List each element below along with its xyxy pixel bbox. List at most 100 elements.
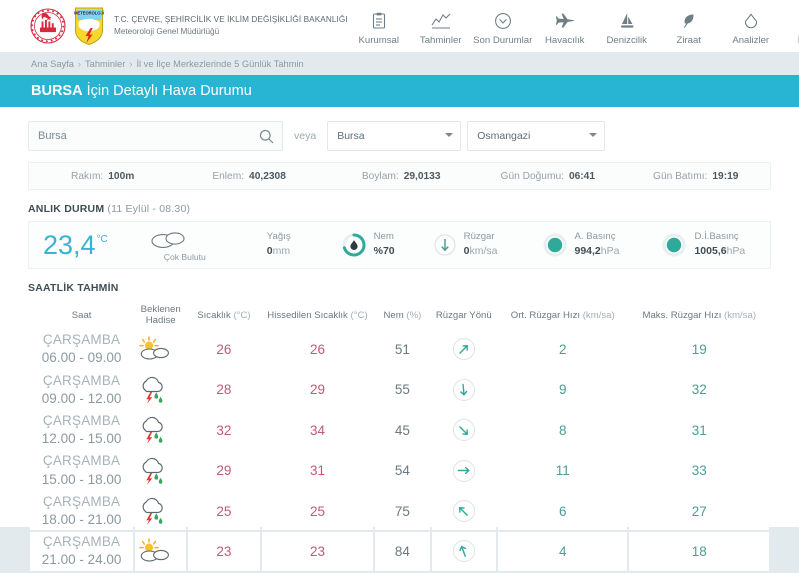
th-label: Rüzgar Yönü bbox=[436, 310, 492, 321]
th-label: Hissedilen Sıcaklık bbox=[267, 310, 350, 321]
nav-item-iletisim[interactable]: İletişim bbox=[782, 7, 799, 46]
current-condition: Çok Bulutu bbox=[148, 229, 222, 262]
nav-item-analizler[interactable]: Analizler bbox=[720, 7, 782, 46]
cell-ruzgar-yonu bbox=[432, 492, 496, 530]
cell-sicaklik: 23 bbox=[188, 532, 260, 570]
current-condition-label: Çok Bulutu bbox=[148, 252, 222, 262]
cell-nem: 45 bbox=[375, 411, 429, 449]
search-box[interactable] bbox=[28, 121, 283, 151]
province-select-wrap: Bursa bbox=[327, 121, 461, 151]
nav-item-ziraat[interactable]: Ziraat bbox=[658, 7, 720, 46]
svg-text:METEOROLOJİ: METEOROLOJİ bbox=[74, 11, 104, 16]
pressure-donut-icon bbox=[542, 232, 568, 258]
cell-beklenen-hadise bbox=[135, 532, 186, 570]
metric-unit: hPa bbox=[727, 245, 746, 257]
info-boylam: Boylam: 29,0133 bbox=[362, 171, 441, 182]
breadcrumb-item-tahminler[interactable]: Tahminler bbox=[85, 59, 125, 69]
partly-sunny-icon bbox=[136, 336, 185, 362]
row-day: ÇARŞAMBA bbox=[31, 452, 132, 470]
cell-nem: 75 bbox=[375, 492, 429, 530]
cell-nem: 54 bbox=[375, 451, 429, 489]
nav-label: Denizcilik bbox=[596, 35, 658, 46]
info-label: Boylam: bbox=[362, 171, 399, 182]
th-unit: (km/sa) bbox=[724, 310, 756, 321]
current-metric-di-basinc: D.İ.Basınç 1005,6hPa bbox=[661, 231, 745, 258]
row-day: ÇARŞAMBA bbox=[31, 533, 132, 551]
nav-item-tahminler[interactable]: Tahminler bbox=[410, 7, 472, 46]
province-select[interactable]: Bursa bbox=[327, 121, 461, 151]
metric-value: 1005,6 bbox=[694, 245, 726, 257]
district-select[interactable]: Osmangazi bbox=[467, 121, 605, 151]
droplet-outline-icon bbox=[720, 10, 782, 32]
metric-label: A. Basınç bbox=[575, 231, 620, 244]
nav-item-son-durumlar[interactable]: Son Durumlar bbox=[472, 7, 534, 46]
cell-hissedilen: 25 bbox=[262, 492, 374, 530]
row-hours: 06.00 - 09.00 bbox=[31, 349, 132, 367]
current-metric-ruzgar: Rüzgar 0km/sa bbox=[433, 231, 498, 258]
breadcrumb-separator: › bbox=[129, 59, 132, 69]
row-hours: 18.00 - 21.00 bbox=[31, 511, 132, 529]
cell-sicaklik: 29 bbox=[188, 451, 260, 489]
current-temperature: 23,4 °C bbox=[43, 232, 108, 259]
table-row: ÇARŞAMBA21.00 - 24.00232384418 bbox=[30, 532, 769, 570]
directorate-name: Meteoroloji Genel Müdürlüğü bbox=[114, 26, 348, 38]
metric-label: Rüzgar bbox=[464, 231, 498, 244]
metric-unit: km/sa bbox=[469, 245, 497, 257]
current-heading-sub: (11 Eylül - 08.30) bbox=[107, 203, 190, 215]
table-row: ÇARŞAMBA15.00 - 18.002931541133 bbox=[30, 451, 769, 489]
info-label: Enlem: bbox=[212, 171, 244, 182]
cell-ruzgar-yonu bbox=[432, 371, 496, 409]
thunderstorm-rain-icon bbox=[136, 376, 185, 404]
cell-saat: ÇARŞAMBA12.00 - 15.00 bbox=[30, 411, 133, 449]
breadcrumb-item-home[interactable]: Ana Sayfa bbox=[31, 59, 74, 69]
cell-ort-ruzgar: 11 bbox=[498, 451, 627, 489]
row-hours: 15.00 - 18.00 bbox=[31, 471, 132, 489]
cell-sicaklik: 25 bbox=[188, 492, 260, 530]
nav-item-kurumsal[interactable]: Kurumsal bbox=[348, 7, 410, 46]
mgm-shield-logo-icon: METEOROLOJİ bbox=[74, 6, 104, 46]
th-label: Beklenen bbox=[141, 304, 181, 315]
partly-sunny-icon bbox=[136, 538, 185, 564]
info-rakim: Rakım: 100m bbox=[71, 171, 134, 182]
search-input[interactable] bbox=[29, 122, 282, 150]
nav-item-denizcilik[interactable]: Denizcilik bbox=[596, 7, 658, 46]
breadcrumb-item-current: İl ve İlçe Merkezlerinde 5 Günlük Tahmin bbox=[136, 59, 303, 69]
cell-beklenen-hadise bbox=[135, 330, 186, 368]
current-conditions-panel: 23,4 °C Çok Bulutu Yağış 0mm bbox=[28, 221, 771, 269]
row-hours: 12.00 - 15.00 bbox=[31, 430, 132, 448]
cell-nem: 51 bbox=[375, 330, 429, 368]
cell-ort-ruzgar: 2 bbox=[498, 330, 627, 368]
wind-arrow-down-icon bbox=[433, 233, 457, 257]
page-root: METEOROLOJİ T.C. ÇEVRE, ŞEHİRCİLİK VE İK… bbox=[0, 0, 799, 541]
nav-item-havacilik[interactable]: Havacılık bbox=[534, 7, 596, 46]
cell-beklenen-hadise bbox=[135, 411, 186, 449]
metric-label: Nem bbox=[374, 231, 395, 244]
cell-maks-ruzgar: 33 bbox=[629, 451, 769, 489]
table-row: ÇARŞAMBA18.00 - 21.00252575627 bbox=[30, 492, 769, 530]
cell-sicaklik: 32 bbox=[188, 411, 260, 449]
th-label: Ort. Rüzgar Hızı bbox=[511, 310, 583, 321]
humidity-donut-icon bbox=[341, 232, 367, 258]
cell-maks-ruzgar: 19 bbox=[629, 330, 769, 368]
th-unit: (°C) bbox=[350, 310, 367, 321]
th-ruzgar-yonu: Rüzgar Yönü bbox=[432, 302, 496, 328]
th-hissedilen-sicaklik: Hissedilen Sıcaklık (°C) bbox=[262, 302, 374, 328]
cell-maks-ruzgar: 32 bbox=[629, 371, 769, 409]
hourly-forecast-table: Saat Beklenen Hadise Sıcaklık (°C) Hisse… bbox=[28, 300, 771, 573]
metric-value: 994,2 bbox=[575, 245, 601, 257]
cell-ruzgar-yonu bbox=[432, 411, 496, 449]
current-temperature-unit: °C bbox=[97, 235, 108, 245]
th-unit: (°C) bbox=[233, 310, 250, 321]
row-day: ÇARŞAMBA bbox=[31, 412, 132, 430]
table-body: ÇARŞAMBA06.00 - 09.00262651219ÇARŞAMBA09… bbox=[30, 330, 769, 571]
search-icon[interactable] bbox=[259, 129, 274, 144]
cell-sicaklik: 26 bbox=[188, 330, 260, 368]
cell-beklenen-hadise bbox=[135, 492, 186, 530]
row-day: ÇARŞAMBA bbox=[31, 493, 132, 511]
brand-block[interactable]: METEOROLOJİ T.C. ÇEVRE, ŞEHİRCİLİK VE İK… bbox=[28, 6, 348, 46]
site-header: METEOROLOJİ T.C. ÇEVRE, ŞEHİRCİLİK VE İK… bbox=[0, 0, 799, 53]
current-temperature-value: 23,4 bbox=[43, 232, 96, 259]
info-label: Rakım: bbox=[71, 171, 103, 182]
info-enlem: Enlem: 40,2308 bbox=[212, 171, 286, 182]
info-label: Gün Batımı: bbox=[653, 171, 707, 182]
